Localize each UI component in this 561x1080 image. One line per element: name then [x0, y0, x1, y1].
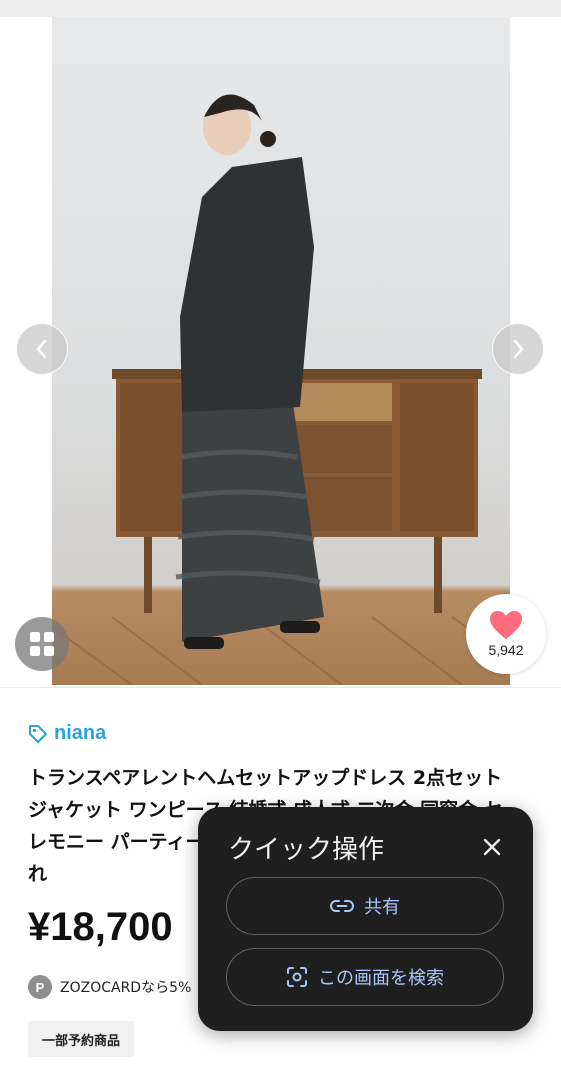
preorder-tag: 一部予約商品 [28, 1021, 135, 1057]
search-screen-button[interactable]: この画面を検索 [226, 948, 504, 1006]
prev-image-button[interactable] [16, 323, 68, 375]
search-screen-label: この画面を検索 [318, 968, 444, 989]
close-button[interactable] [478, 833, 506, 861]
tag-icon [29, 724, 47, 743]
close-icon [483, 838, 501, 856]
top-status-bar [0, 0, 561, 17]
zozocard-info: P ZOZOCARDなら5% [28, 975, 191, 999]
lens-icon [287, 967, 307, 987]
divider [0, 687, 561, 688]
chevron-right-icon [513, 339, 524, 359]
link-icon [330, 900, 354, 912]
quick-actions-panel: クイック操作 共有 この画面を検索 [198, 807, 533, 1031]
next-image-button[interactable] [492, 323, 544, 375]
product-title-line: トランスペアレントヘムセットアップドレス 2点セット [28, 767, 503, 789]
grid-icon [30, 632, 54, 656]
image-grid-button[interactable] [15, 617, 69, 671]
zozocard-text: ZOZOCARDなら5% [60, 980, 192, 996]
favorite-count: 5,942 [488, 642, 524, 658]
brand-link[interactable]: niana [28, 722, 106, 745]
heart-icon [490, 611, 522, 639]
quick-actions-title: クイック操作 [228, 835, 385, 865]
share-label: 共有 [364, 897, 400, 918]
chevron-left-icon [36, 339, 47, 359]
product-image-carousel[interactable]: 5,942 [0, 17, 561, 687]
points-badge-icon: P [28, 975, 52, 999]
share-button[interactable]: 共有 [226, 877, 504, 935]
product-photo[interactable] [52, 17, 510, 685]
product-price: ¥18,700 [28, 905, 173, 949]
brand-name[interactable]: niana [54, 722, 106, 745]
favorite-button[interactable]: 5,942 [466, 594, 546, 674]
